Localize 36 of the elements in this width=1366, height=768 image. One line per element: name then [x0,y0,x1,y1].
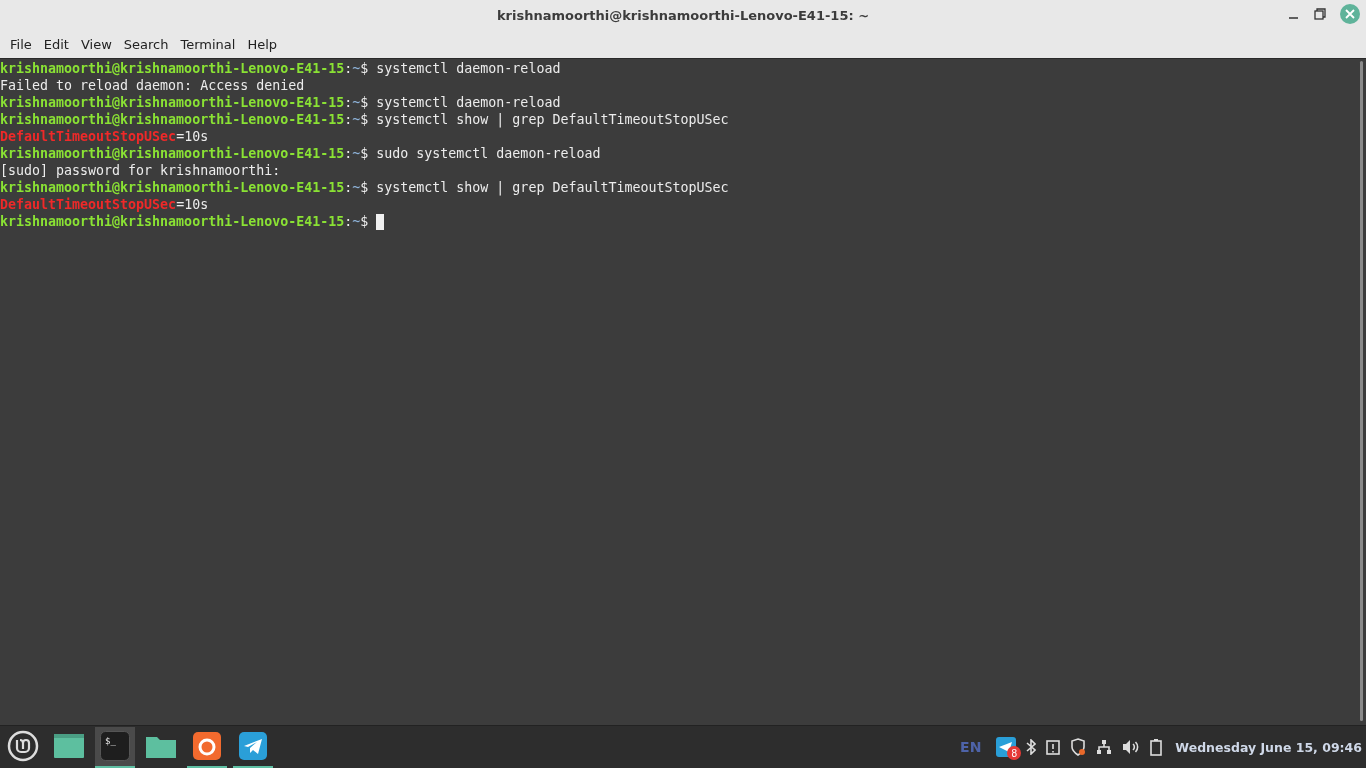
maximize-icon[interactable] [1314,8,1326,20]
tray-button[interactable]: 8 [991,732,1022,762]
paper-plane-icon [239,732,267,760]
bluetooth-icon [1026,739,1037,755]
terminal-line: DefaultTimeoutStopUSec=10s [0,128,209,145]
clock[interactable]: Wednesday June 15, 09:46 [1175,739,1362,755]
taskbar-app-button[interactable]: $_ [95,726,135,768]
menu-item[interactable]: Search [117,32,175,56]
folder-icon [146,734,176,758]
terminal-line: krishnamoorthi@krishnamoorthi-Lenovo-E41-15:~$ sudo systemctl daemon-reload [0,145,601,162]
menu-item[interactable]: Terminal [174,32,242,56]
terminal-line: Failed to reload daemon: Access denied [0,77,305,94]
terminal-line: krishnamoorthi@krishnamoorthi-Lenovo-E41-15:~$ systemctl show | grep DefaultTimeoutStopUSec [0,111,729,128]
terminal-icon: $_ [100,731,130,761]
notification-badge: 8 [1007,746,1022,760]
clipboard-alert-icon [1046,739,1061,755]
menu-item[interactable]: Help [241,32,284,56]
window-title: krishnamoorthi@krishnamoorthi-Lenovo-E41-15: ~ [496,7,870,23]
paper-plane-icon [996,737,1017,757]
terminal-line: krishnamoorthi@krishnamoorthi-Lenovo-E41-15:~$ systemctl daemon-reload [0,60,561,77]
shield-icon [1070,738,1087,756]
mint-logo-icon [7,730,39,762]
menu-item[interactable]: View [74,32,118,56]
scrollbar-thumb[interactable] [1359,61,1363,721]
terminal-line: [sudo] password for krishnamoorthi: [0,162,281,179]
terminal-line: krishnamoorthi@krishnamoorthi-Lenovo-E41-15:~$ systemctl show | grep DefaultTimeoutStopUSec [0,179,729,196]
window-icon [54,734,84,758]
battery-icon [1150,738,1163,756]
menu-item[interactable]: Edit [37,32,75,56]
browser-icon [193,732,221,760]
terminal-line: DefaultTimeoutStopUSec=10s [0,196,209,213]
volume-icon [1122,739,1141,755]
menu-item[interactable]: File [4,32,38,56]
network-icon [1096,739,1113,755]
terminal-line: krishnamoorthi@krishnamoorthi-Lenovo-E41-15:~$ [0,213,370,230]
terminal-line: krishnamoorthi@krishnamoorthi-Lenovo-E41-15:~$ systemctl daemon-reload [0,94,561,111]
